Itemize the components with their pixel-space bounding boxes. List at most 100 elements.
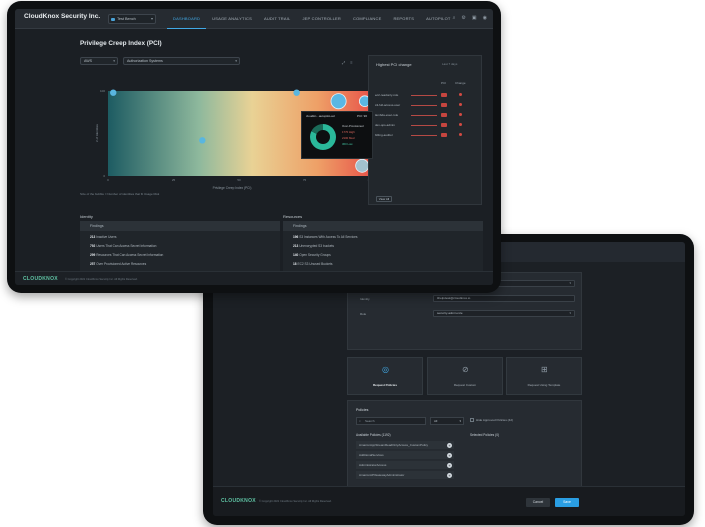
x-tick-label: 75 — [303, 178, 307, 182]
pci-badge — [441, 113, 447, 117]
bubble-point[interactable] — [199, 137, 206, 144]
identity-name: billing-auditor — [375, 133, 393, 137]
add-icon[interactable]: + — [447, 463, 452, 468]
tab-jep-controller[interactable]: JEP Controller — [296, 9, 347, 29]
table-row[interactable]: 792 Users That Can Access Secret Informa… — [90, 244, 156, 248]
finding-text: Inactive Users — [96, 235, 117, 239]
org-select[interactable]: Test Bench ▾ — [108, 14, 156, 24]
table-row[interactable]: 213 Unencrypted S3 buckets — [293, 244, 334, 248]
table-row[interactable]: 299 Resources That Can Access Secret Inf… — [90, 253, 163, 257]
bubble-point[interactable] — [355, 158, 370, 173]
bubble-point[interactable] — [293, 89, 300, 96]
identity-popup: cloudkn...autopilot-ad PCI: 96 Over-Prov… — [301, 111, 373, 159]
add-icon[interactable]: + — [447, 473, 452, 478]
table-row[interactable]: dev-ops-admin — [375, 122, 477, 130]
policy-name: AdministratorAccess — [359, 463, 387, 467]
expand-icon[interactable]: ⤢ — [342, 60, 345, 65]
table-row[interactable]: ec2-readonly-role — [375, 92, 477, 100]
table-row[interactable]: s3-full-access-user — [375, 102, 477, 110]
list-item[interactable]: AdministratorAccess + — [356, 461, 454, 470]
popup-line: 360 Low — [342, 142, 353, 146]
filter-icon[interactable]: ≡ — [350, 60, 352, 65]
table-header: Findings — [283, 221, 483, 231]
tablet-front: CloudKnox Security Inc. Test Bench ▾ Das… — [7, 1, 501, 293]
chevron-down-icon: ▾ — [235, 59, 237, 63]
identity-findings-table: Findings 213 Inactive Users 792 Users Th… — [80, 221, 280, 273]
policies-panel: Policies ⌕ Search All ▾ Hide Approved Po… — [347, 400, 582, 492]
org-select-value: Test Bench — [117, 17, 136, 21]
role-label: Role — [360, 312, 367, 316]
table-row[interactable]: lambda-exec-role — [375, 112, 477, 120]
sparkline — [411, 125, 437, 126]
tab-audit-trail[interactable]: Audit Trail — [258, 9, 297, 29]
list-item[interactable]: AmazonAPIGatewayAdministrator + — [356, 471, 454, 480]
chevron-down-icon: ▾ — [569, 281, 571, 285]
cancel-button[interactable]: Cancel — [526, 498, 550, 507]
y-tick-label: 0 — [103, 174, 105, 178]
table-row[interactable]: billing-auditor — [375, 132, 477, 140]
available-policies-heading: Available Policies (1192) — [356, 433, 391, 437]
finding-text: Users That Can Access Secret Information — [96, 244, 157, 248]
x-tick-label: 25 — [172, 178, 176, 182]
policy-type-select[interactable]: All ▾ — [430, 417, 464, 425]
provider-select[interactable]: AWS ▾ — [80, 57, 118, 65]
table-row[interactable]: 140 Open Security Groups — [293, 253, 331, 257]
checkbox-icon — [470, 418, 474, 423]
notification-icon[interactable]: ▣ — [472, 15, 477, 21]
finding-count: 140 — [293, 253, 299, 257]
change-indicator — [459, 123, 462, 126]
table-row[interactable]: 257 Over Provisioned Active Resources — [90, 262, 146, 266]
settings-icon[interactable]: ⚙ — [461, 15, 465, 21]
bubble-point[interactable] — [330, 93, 347, 110]
sparkline — [411, 95, 437, 96]
list-item[interactable]: AmazonAppStreamReadOnlyAccess_CustomPoli… — [356, 441, 454, 450]
list-item[interactable]: AdditionalServices + — [356, 451, 454, 460]
panel-title: Highest PCI change — [376, 62, 412, 67]
save-button[interactable]: Save — [555, 498, 579, 507]
table-row[interactable]: 213 Inactive Users — [90, 235, 116, 239]
request-policies-card[interactable]: ◎ Request Policies — [347, 357, 423, 395]
table-row[interactable]: 18 EC2 S3 Unused Buckets — [293, 262, 333, 266]
finding-count: 213 — [90, 235, 96, 239]
finding-count: 299 — [90, 253, 96, 257]
tab-autopilot[interactable]: Autopilot — [420, 9, 456, 29]
view-all-button[interactable]: View All — [376, 196, 392, 202]
cloudknox-logo: CLOUDKNOX — [23, 276, 58, 282]
provider-value: AWS — [84, 59, 93, 63]
column-header-change: Change — [455, 81, 466, 85]
dashboard-screen: CloudKnox Security Inc. Test Bench ▾ Das… — [15, 9, 493, 285]
search-input[interactable]: ⌕ Search — [356, 417, 426, 425]
finding-count: 213 — [293, 244, 299, 248]
table-row[interactable]: 196 S3 Instances With Access To All Serv… — [293, 235, 357, 239]
request-custom-card[interactable]: ⊘ Request Custom — [427, 357, 503, 395]
search-icon[interactable]: ⌕ — [453, 15, 456, 21]
flag-icon — [111, 18, 115, 21]
x-tick-label: 50 — [237, 178, 241, 182]
tab-dashboard[interactable]: Dashboard — [167, 9, 207, 29]
identity-name: lambda-exec-role — [375, 113, 399, 117]
bubble-point[interactable] — [110, 89, 117, 96]
identity-value: ithelpdesk@cloudknox.io — [437, 296, 471, 300]
tab-reports[interactable]: Reports — [387, 9, 420, 29]
authorization-system-select[interactable]: Authorization Systems ▾ — [123, 57, 240, 65]
tab-usage-analytics[interactable]: Usage Analytics — [206, 9, 258, 29]
sparkline — [411, 105, 437, 106]
page-title: Privilege Creep Index (PCI) — [80, 40, 162, 47]
card-label: Request Policies — [372, 383, 397, 387]
add-icon[interactable]: + — [447, 453, 452, 458]
pci-badge — [441, 103, 447, 107]
card-label: Request Custom — [453, 383, 477, 387]
identity-field[interactable]: ithelpdesk@cloudknox.io — [433, 295, 575, 302]
role-select[interactable]: security-admin-role ▾ — [433, 310, 575, 317]
finding-text: S3 Instances With Access To All Services — [299, 235, 358, 239]
role-value: security-admin-role — [437, 311, 463, 315]
hide-approved-checkbox[interactable]: Hide Approved Policies (42) — [470, 418, 513, 423]
grid-icon: ⊞ — [541, 365, 548, 374]
search-placeholder: Search — [365, 419, 375, 423]
tab-compliance[interactable]: Compliance — [347, 9, 387, 29]
user-icon[interactable]: ◉ — [483, 15, 487, 21]
add-icon[interactable]: + — [447, 443, 452, 448]
request-template-card[interactable]: ⊞ Request Using Template — [506, 357, 582, 395]
chevron-down-icon: ▾ — [150, 16, 153, 21]
pci-badge — [441, 123, 447, 127]
